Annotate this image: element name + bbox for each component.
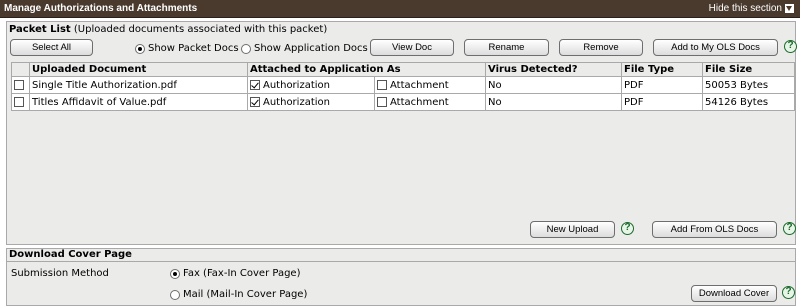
hide-section-link[interactable]: Hide this section	[709, 3, 794, 14]
collapse-arrow-icon	[785, 4, 794, 13]
authorization-checkbox[interactable]	[250, 96, 260, 107]
document-name: Single Title Authorization.pdf	[29, 76, 248, 94]
cover-page-title: Download Cover Page	[7, 249, 795, 262]
section-title: Manage Authorizations and Attachments	[4, 3, 198, 14]
download-cover-button[interactable]: Download Cover	[691, 285, 777, 302]
packet-list-panel: Packet List (Uploaded documents associat…	[6, 21, 797, 245]
file-type-value: PDF	[621, 93, 703, 111]
help-icon[interactable]: ?	[782, 286, 795, 299]
add-from-ols-docs-button[interactable]: Add From OLS Docs	[652, 221, 777, 238]
virus-detected-value: No	[485, 76, 622, 94]
table-row: Single Title Authorization.pdf Authoriza…	[11, 76, 795, 94]
new-upload-button[interactable]: New Upload	[530, 221, 615, 238]
column-header-file-type: File Type	[621, 62, 703, 77]
attachment-cell: Attachment	[374, 76, 486, 94]
show-packet-docs-label: Show Packet Docs	[148, 43, 239, 54]
fax-radio[interactable]	[170, 268, 180, 279]
attachment-label: Attachment	[390, 79, 449, 91]
virus-detected-value: No	[485, 93, 622, 111]
packet-list-title: Packet List (Uploaded documents associat…	[9, 24, 327, 35]
rename-button[interactable]: Rename	[464, 39, 549, 56]
row-select-checkbox[interactable]	[14, 96, 24, 107]
table-row: Titles Affidavit of Value.pdf Authorizat…	[11, 93, 795, 111]
mail-label: Mail (Mail-In Cover Page)	[183, 289, 308, 300]
attachment-checkbox[interactable]	[377, 79, 387, 90]
attachment-cell: Attachment	[374, 93, 486, 111]
submission-method-label: Submission Method	[11, 268, 109, 279]
show-packet-docs-option[interactable]: Show Packet Docs	[135, 43, 239, 54]
document-name: Titles Affidavit of Value.pdf	[29, 93, 248, 111]
remove-button[interactable]: Remove	[559, 39, 643, 56]
help-icon[interactable]: ?	[784, 40, 797, 53]
show-application-docs-radio[interactable]	[241, 43, 251, 54]
packet-list-title-desc: (Uploaded documents associated with this…	[70, 24, 328, 35]
help-icon[interactable]: ?	[783, 222, 796, 235]
file-size-value: 54126 Bytes	[702, 93, 795, 111]
select-all-button[interactable]: Select All	[10, 39, 93, 56]
help-icon[interactable]: ?	[621, 222, 634, 235]
select-column-header	[11, 62, 30, 77]
mail-option[interactable]: Mail (Mail-In Cover Page)	[170, 289, 307, 300]
section-header: Manage Authorizations and Attachments Hi…	[0, 0, 800, 18]
authorization-checkbox[interactable]	[250, 79, 260, 90]
show-application-docs-label: Show Application Docs	[254, 43, 368, 54]
column-header-file-size: File Size	[702, 62, 795, 77]
mail-radio[interactable]	[170, 289, 180, 300]
authorization-label: Authorization	[263, 96, 330, 108]
show-packet-docs-radio[interactable]	[135, 43, 145, 54]
attachment-label: Attachment	[390, 96, 449, 108]
column-header-document: Uploaded Document	[29, 62, 248, 77]
authorization-cell: Authorization	[247, 93, 375, 111]
column-header-attached-as: Attached to Application As	[247, 62, 486, 77]
row-select-cell	[11, 93, 30, 111]
file-type-value: PDF	[621, 76, 703, 94]
add-to-ols-docs-button[interactable]: Add to My OLS Docs	[653, 39, 778, 56]
packet-list-title-bold: Packet List	[9, 24, 71, 35]
column-header-virus: Virus Detected?	[485, 62, 622, 77]
fax-option[interactable]: Fax (Fax-In Cover Page)	[170, 268, 301, 279]
view-doc-button[interactable]: View Doc	[370, 39, 454, 56]
row-select-checkbox[interactable]	[14, 79, 24, 90]
hide-section-label: Hide this section	[708, 3, 782, 14]
show-application-docs-option[interactable]: Show Application Docs	[241, 43, 368, 54]
attachment-checkbox[interactable]	[377, 96, 387, 107]
fax-label: Fax (Fax-In Cover Page)	[183, 268, 301, 279]
file-size-value: 50053 Bytes	[702, 76, 795, 94]
documents-table: Uploaded Document Attached to Applicatio…	[11, 62, 795, 111]
authorization-cell: Authorization	[247, 76, 375, 94]
authorization-label: Authorization	[263, 79, 330, 91]
table-header-row: Uploaded Document Attached to Applicatio…	[11, 62, 795, 77]
cover-page-panel: Download Cover Page Submission Method Fa…	[6, 248, 796, 306]
row-select-cell	[11, 76, 30, 94]
